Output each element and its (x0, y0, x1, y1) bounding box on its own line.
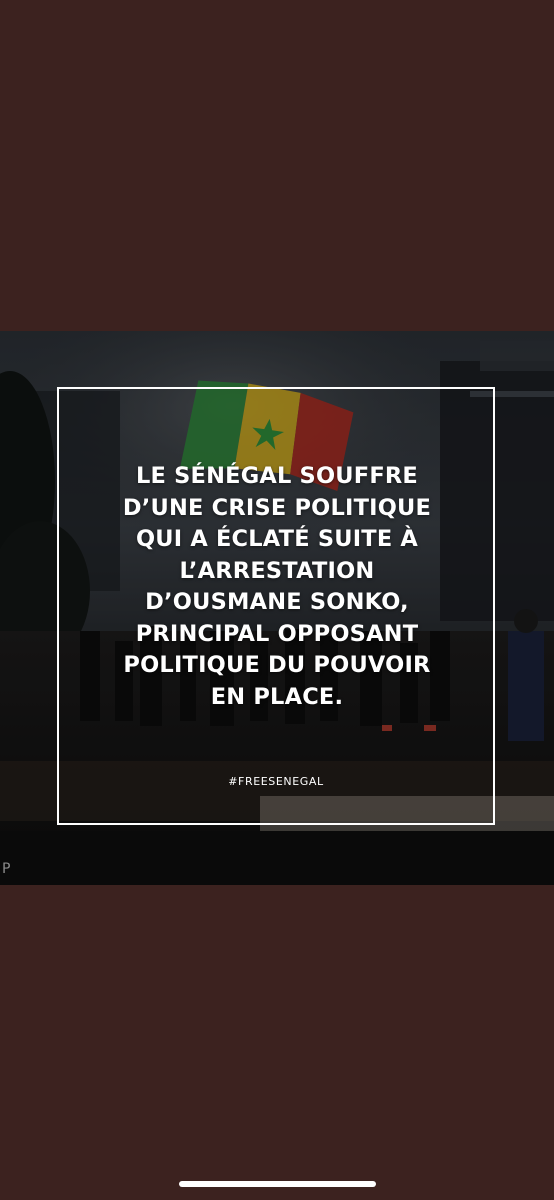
hashtag-label[interactable]: #FREESENEGAL (57, 775, 495, 788)
story-screen: LE SÉNÉGAL SOUFFRE D’UNE CRISE POLITIQUE… (0, 0, 554, 1200)
post-headline: LE SÉNÉGAL SOUFFRE D’UNE CRISE POLITIQUE… (122, 463, 432, 710)
post-image[interactable]: LE SÉNÉGAL SOUFFRE D’UNE CRISE POLITIQUE… (0, 331, 554, 885)
watermark-letter: P (2, 861, 11, 877)
home-indicator[interactable] (179, 1181, 376, 1187)
